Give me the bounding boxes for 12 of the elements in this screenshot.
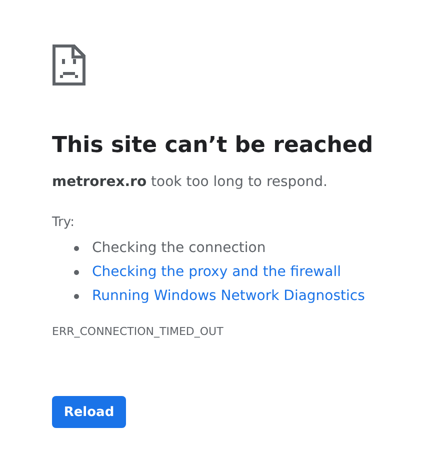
suggestion-link[interactable]: Running Windows Network Diagnostics bbox=[92, 288, 365, 304]
suggestion-link[interactable]: Checking the proxy and the firewall bbox=[92, 264, 341, 280]
error-message: metrorex.ro took too long to respond. bbox=[52, 173, 328, 192]
error-code: ERR_CONNECTION_TIMED_OUT bbox=[52, 325, 224, 339]
bullet-icon bbox=[74, 294, 79, 298]
bullet-icon bbox=[74, 246, 79, 250]
suggestion-text: Checking the connection bbox=[92, 240, 266, 256]
bullet-icon bbox=[74, 270, 79, 274]
try-label: Try: bbox=[52, 214, 76, 232]
reload-button[interactable]: Reload bbox=[52, 396, 126, 428]
sad-document-icon bbox=[52, 44, 86, 86]
error-heading: This site can’t be reached bbox=[52, 132, 374, 160]
